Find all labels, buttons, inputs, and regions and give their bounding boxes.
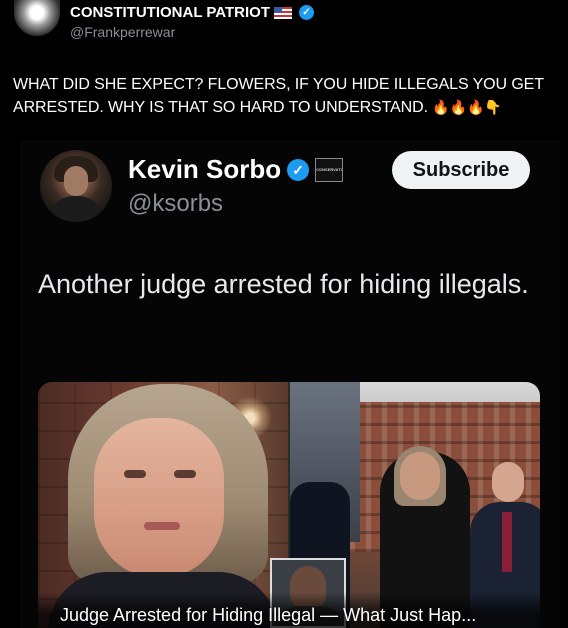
- outer-author-avatar[interactable]: [14, 0, 60, 36]
- affiliate-badge-icon: CONSERVATIVE: [315, 157, 344, 182]
- quoted-author-avatar[interactable]: [40, 150, 112, 222]
- outer-post-text: WHAT DID SHE EXPECT? FLOWERS, IF YOU HID…: [13, 74, 558, 119]
- outer-author-name: CONSTITUTIONAL PATRIOT: [70, 4, 270, 21]
- quoted-post-card[interactable]: Kevin Sorbo ✓ CONSERVATIVE @ksorbs Subsc…: [20, 140, 560, 628]
- quoted-author-name: Kevin Sorbo: [128, 154, 282, 184]
- us-flag-icon: [274, 6, 292, 19]
- outer-author-handle[interactable]: @Frankperrewar: [70, 24, 175, 40]
- media-caption: Judge Arrested for Hiding Illegal — What…: [60, 605, 477, 625]
- media-thumbnail[interactable]: Judge Arrested for Hiding Illegal — What…: [38, 382, 540, 628]
- verified-badge-icon: ✓: [287, 158, 310, 181]
- subscribe-button[interactable]: Subscribe: [392, 151, 530, 189]
- verified-badge-icon: ✓: [299, 5, 314, 20]
- quoted-post-text: Another judge arrested for hiding illega…: [38, 269, 529, 299]
- quoted-author-name-row[interactable]: Kevin Sorbo ✓ CONSERVATIVE: [128, 154, 344, 185]
- quoted-author-handle[interactable]: @ksorbs: [128, 190, 223, 218]
- outer-author-name-row[interactable]: CONSTITUTIONAL PATRIOT ✓: [70, 4, 314, 21]
- fire-emoji: 🔥🔥🔥👇: [432, 99, 502, 115]
